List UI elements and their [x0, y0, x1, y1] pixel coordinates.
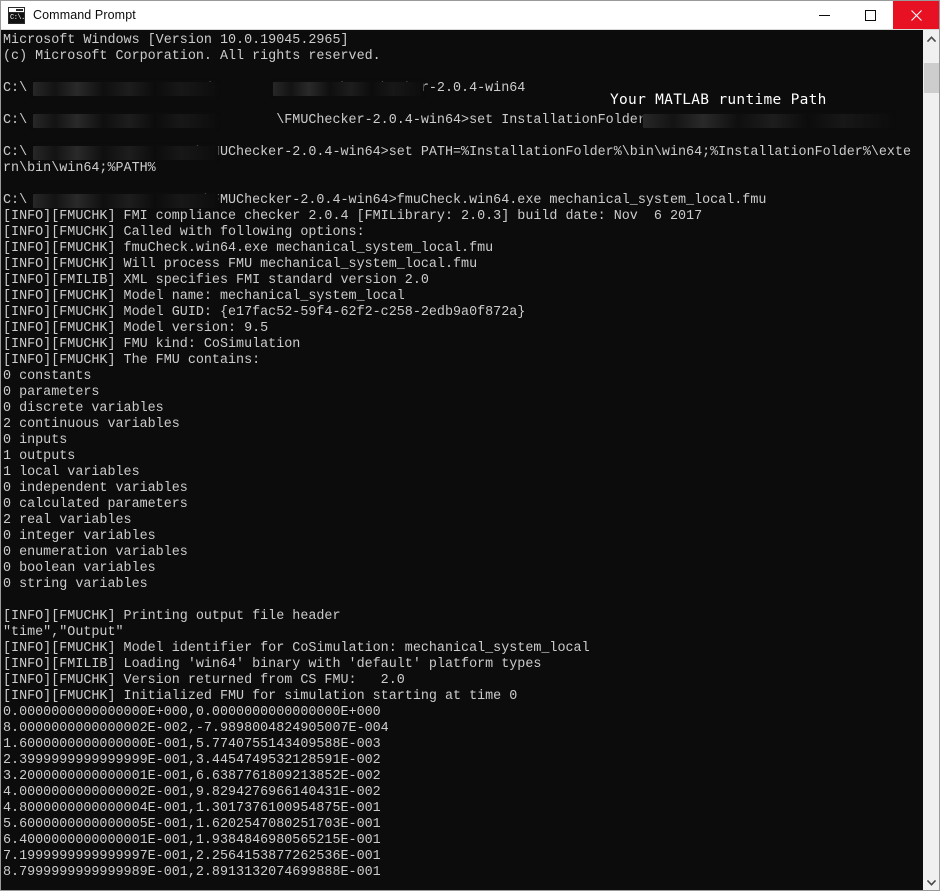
console-line: (c) Microsoft Corporation. All rights re…	[3, 49, 922, 65]
console-line: 0.0000000000000000E+000,0.00000000000000…	[3, 705, 922, 721]
console-line: [INFO][FMUCHK] Model version: 9.5	[3, 321, 922, 337]
console-line: [INFO][FMILIB] XML specifies FMI standar…	[3, 273, 922, 289]
chevron-up-icon	[927, 36, 936, 42]
console-scrollbar[interactable]	[922, 30, 939, 891]
console-line: [INFO][FMUCHK] Version returned from CS …	[3, 673, 922, 689]
console-line: 0 integer variables	[3, 529, 922, 545]
redacted-path-block	[33, 114, 218, 128]
console-line	[3, 177, 922, 193]
redacted-path-block	[33, 146, 218, 160]
console-line: C:\ \FMUChecker-2.0.4-win64>set PATH=%In…	[3, 145, 922, 161]
console-line: 0 independent variables	[3, 481, 922, 497]
console-line: 8.7999999999999989E-001,2.89131320746998…	[3, 865, 922, 881]
console-line: 0 enumeration variables	[3, 545, 922, 561]
console-line: [INFO][FMUCHK] Model GUID: {e17fac52-59f…	[3, 305, 922, 321]
scrollbar-down-button[interactable]	[923, 874, 939, 891]
console-line	[3, 129, 922, 145]
console-line: 4.0000000000000002E-001,9.82942769661404…	[3, 785, 922, 801]
maximize-button[interactable]	[847, 1, 893, 29]
window-title: Command Prompt	[33, 8, 801, 22]
console-line: C:\ \FMUChecker-2.0.4-win64>set Installa…	[3, 113, 922, 129]
maximize-icon	[865, 10, 876, 21]
scrollbar-thumb[interactable]	[924, 63, 939, 93]
redacted-path-block	[643, 114, 893, 128]
console-line: "time","Output"	[3, 625, 922, 641]
console-line: 4.8000000000000004E-001,1.30173761009548…	[3, 801, 922, 817]
close-button[interactable]	[893, 1, 939, 29]
console-line: 2 continuous variables	[3, 417, 922, 433]
console-line: 2 real variables	[3, 513, 922, 529]
minimize-button[interactable]	[801, 1, 847, 29]
console-line: [INFO][FMUCHK] FMU kind: CoSimulation	[3, 337, 922, 353]
close-icon	[911, 10, 922, 21]
console-line: rn\bin\win64;%PATH%	[3, 161, 922, 177]
minimize-icon	[819, 10, 830, 21]
icon-prompt-glyph: C:\.	[9, 13, 24, 23]
console-line: 1 local variables	[3, 465, 922, 481]
matlab-runtime-path-annotation: Your MATLAB runtime Path	[610, 91, 827, 109]
redacted-path-block	[273, 82, 423, 96]
icon-dots	[16, 9, 23, 11]
console-line: 2.3999999999999999E-001,3.44547495321285…	[3, 753, 922, 769]
console-line: 3.2000000000000001E-001,6.63877618092138…	[3, 769, 922, 785]
console-line: C:\ \FMUChecker-2.0.4-win64>fmuCheck.win…	[3, 193, 922, 209]
console-line: 1.6000000000000000E-001,5.77407551434095…	[3, 737, 922, 753]
console-line: [INFO][FMUCHK] fmuCheck.win64.exe mechan…	[3, 241, 922, 257]
console-line: [INFO][FMUCHK] FMI compliance checker 2.…	[3, 209, 922, 225]
console-line: [INFO][FMUCHK] Called with following opt…	[3, 225, 922, 241]
console-line: 5.6000000000000005E-001,1.62025470802517…	[3, 817, 922, 833]
redacted-path-block	[33, 82, 218, 96]
console-line: Microsoft Windows [Version 10.0.19045.29…	[3, 33, 922, 49]
scrollbar-up-button[interactable]	[923, 30, 939, 47]
console-line: 0 boolean variables	[3, 561, 922, 577]
console-line: [INFO][FMUCHK] Initialized FMU for simul…	[3, 689, 922, 705]
chevron-down-icon	[927, 880, 936, 886]
console-line: 6.4000000000000001E-001,1.93848469805652…	[3, 833, 922, 849]
title-bar[interactable]: C:\. Command Prompt	[1, 1, 939, 30]
console-line: [INFO][FMUCHK] Will process FMU mechanic…	[3, 257, 922, 273]
console-line: 1 outputs	[3, 449, 922, 465]
console-line: [INFO][FMUCHK] Model name: mechanical_sy…	[3, 289, 922, 305]
console-line: 0 constants	[3, 369, 922, 385]
console-line: [INFO][FMUCHK] Model identifier for CoSi…	[3, 641, 922, 657]
console-line: 7.1999999999999997E-001,2.25641538772625…	[3, 849, 922, 865]
console-output-area[interactable]: Microsoft Windows [Version 10.0.19045.29…	[1, 30, 922, 891]
console-line: 0 discrete variables	[3, 401, 922, 417]
console-line: 8.0000000000000002E-002,-7.9898004824905…	[3, 721, 922, 737]
console-line: [INFO][FMUCHK] Printing output file head…	[3, 609, 922, 625]
console-line: 0 string variables	[3, 577, 922, 593]
redacted-path-block	[33, 194, 218, 208]
console-line: 0 parameters	[3, 385, 922, 401]
scrollbar-track[interactable]	[924, 47, 939, 874]
console-line: 0 inputs	[3, 433, 922, 449]
console-line	[3, 593, 922, 609]
console-line	[3, 65, 922, 81]
command-prompt-icon: C:\.	[8, 7, 25, 24]
console-line: [INFO][FMUCHK] The FMU contains:	[3, 353, 922, 369]
command-prompt-window: C:\. Command Prompt Microsoft Windows [V…	[0, 0, 940, 891]
console-line: [INFO][FMILIB] Loading 'win64' binary wi…	[3, 657, 922, 673]
console-line: 0 calculated parameters	[3, 497, 922, 513]
